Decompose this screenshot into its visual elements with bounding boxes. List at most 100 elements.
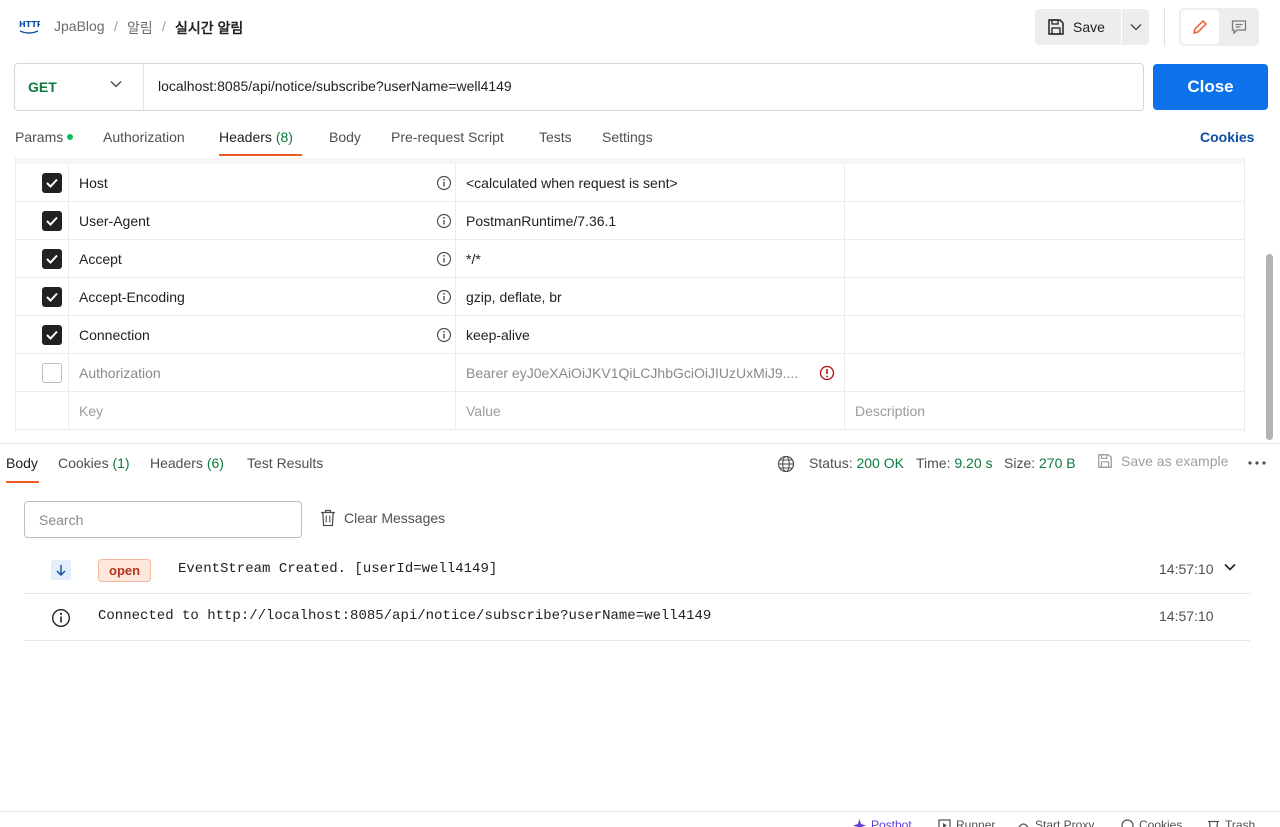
header-enabled-checkbox[interactable]	[42, 324, 62, 345]
info-icon[interactable]	[436, 289, 452, 305]
header-enabled-checkbox[interactable]	[42, 248, 62, 269]
request-title[interactable]: 실시간 알림	[175, 18, 243, 38]
table-row: Connection keep-alive	[16, 316, 1244, 354]
info-icon[interactable]	[436, 251, 452, 267]
tab-params[interactable]: Params	[15, 129, 74, 145]
breadcrumb-collection[interactable]: JpaBlog	[54, 18, 105, 34]
header-value-cell[interactable]: <calculated when request is sent>	[456, 164, 845, 201]
header-description-cell[interactable]	[845, 164, 1244, 201]
info-icon[interactable]	[436, 175, 452, 191]
value-placeholder: Value	[466, 402, 501, 419]
new-key-input[interactable]: Key	[69, 392, 456, 429]
header-value: PostmanRuntime/7.36.1	[466, 212, 617, 229]
chevron-down-icon[interactable]	[1224, 563, 1236, 571]
table-row-new: Key Value Description	[16, 392, 1244, 430]
tab-response-body[interactable]: Body	[6, 455, 38, 471]
check-icon	[46, 292, 58, 302]
check-icon	[46, 330, 58, 340]
runner-button[interactable]: Runner	[938, 818, 995, 827]
status-indicator[interactable]: Status: 200 OK	[809, 455, 904, 475]
comments-button[interactable]	[1221, 10, 1257, 44]
header-key-cell[interactable]: Accept-Encoding	[69, 278, 456, 315]
cookies-link[interactable]: Cookies	[1200, 129, 1254, 145]
url-input[interactable]: localhost:8085/api/notice/subscribe?user…	[158, 78, 512, 94]
start-proxy-button[interactable]: Start Proxy	[1017, 818, 1094, 827]
header-enabled-checkbox[interactable]	[42, 286, 62, 307]
message-row[interactable]: open EventStream Created. [userId=well41…	[24, 547, 1250, 594]
key-placeholder: Key	[79, 402, 104, 419]
save-options-dropdown[interactable]	[1122, 9, 1149, 45]
tab-headers[interactable]: Headers (8)	[219, 129, 293, 145]
status-bar: Postbot Runner Start Proxy Cookies Trash	[0, 811, 1280, 827]
header-description-cell[interactable]	[845, 354, 1244, 391]
breadcrumb-folder[interactable]: 알림	[127, 18, 153, 38]
save-icon	[1098, 454, 1112, 468]
header-description-cell[interactable]	[845, 202, 1244, 239]
more-options-icon[interactable]	[1248, 461, 1266, 465]
search-input[interactable]	[24, 501, 302, 538]
header-key-cell[interactable]: Accept	[69, 240, 456, 277]
tab-test-results[interactable]: Test Results	[247, 455, 323, 471]
tab-tests[interactable]: Tests	[539, 129, 572, 145]
save-button[interactable]: Save	[1035, 9, 1121, 45]
new-value-input[interactable]: Value	[456, 392, 845, 429]
check-icon	[46, 216, 58, 226]
header-description-cell[interactable]	[845, 278, 1244, 315]
header-key-cell[interactable]: Authorization	[69, 354, 456, 391]
tab-response-headers[interactable]: Headers (6)	[150, 455, 224, 471]
header-key: Authorization	[79, 364, 161, 381]
trash-button[interactable]: Trash	[1207, 818, 1255, 827]
new-description-input[interactable]: Description	[845, 392, 1244, 429]
chevron-down-icon	[1129, 23, 1142, 31]
pencil-icon	[1192, 19, 1208, 35]
header-enabled-checkbox[interactable]	[42, 362, 62, 383]
cookie-icon	[1121, 818, 1134, 827]
close-connection-button[interactable]: Close	[1153, 64, 1268, 110]
breadcrumb-separator: /	[114, 18, 118, 34]
clear-messages-button[interactable]: Clear Messages	[320, 509, 445, 527]
cookies-button[interactable]: Cookies	[1121, 818, 1182, 827]
header-key-cell[interactable]: User-Agent	[69, 202, 456, 239]
globe-icon[interactable]	[777, 455, 795, 473]
table-row: Accept-Encoding gzip, deflate, br	[16, 278, 1244, 316]
header-value-cell[interactable]: PostmanRuntime/7.36.1	[456, 202, 845, 239]
tab-pre-request-script[interactable]: Pre-request Script	[391, 129, 504, 145]
message-timestamp: 14:57:10	[1159, 561, 1214, 577]
message-row[interactable]: Connected to http://localhost:8085/api/n…	[24, 594, 1250, 641]
tab-count: (6)	[206, 455, 224, 471]
header-value-cell[interactable]: Bearer eyJ0eXAiOiJKV1QiLCJhbGciOiJIUzUxM…	[456, 354, 845, 391]
header-enabled-checkbox[interactable]	[42, 172, 62, 193]
time-indicator[interactable]: Time: 9.20 s	[916, 455, 993, 475]
header-value-cell[interactable]: */*	[456, 240, 845, 277]
warning-icon[interactable]	[819, 365, 835, 381]
header-key-cell[interactable]: Host	[69, 164, 456, 201]
scrollbar-thumb[interactable]	[1266, 254, 1273, 440]
table-row: User-Agent PostmanRuntime/7.36.1	[16, 202, 1244, 240]
save-as-example-button[interactable]: Save as example	[1097, 453, 1228, 469]
url-bar: GET localhost:8085/api/notice/subscribe?…	[14, 63, 1144, 111]
top-bar: HTTP JpaBlog / 알림 / 실시간 알림 Save	[0, 0, 1280, 56]
header-description-cell[interactable]	[845, 240, 1244, 277]
tab-authorization[interactable]: Authorization	[103, 129, 185, 145]
row-checkbox-cell	[16, 392, 69, 429]
header-description-cell[interactable]	[845, 316, 1244, 353]
header-value-cell[interactable]: keep-alive	[456, 316, 845, 353]
tab-response-cookies[interactable]: Cookies (1)	[58, 455, 130, 471]
header-value: <calculated when request is sent>	[466, 174, 678, 191]
tab-settings[interactable]: Settings	[602, 129, 653, 145]
edit-mode-button[interactable]	[1181, 10, 1219, 44]
header-enabled-checkbox[interactable]	[42, 210, 62, 231]
sparkle-icon	[853, 818, 866, 827]
info-icon[interactable]	[436, 213, 452, 229]
row-checkbox-cell	[16, 164, 69, 201]
row-checkbox-cell	[16, 240, 69, 277]
method-selector[interactable]: GET	[15, 64, 143, 110]
time-value: 9.20 s	[954, 455, 993, 471]
header-key: Connection	[79, 326, 150, 343]
header-key-cell[interactable]: Connection	[69, 316, 456, 353]
size-indicator[interactable]: Size: 270 B	[1004, 455, 1076, 475]
info-icon[interactable]	[436, 327, 452, 343]
tab-body[interactable]: Body	[329, 129, 361, 145]
header-value-cell[interactable]: gzip, deflate, br	[456, 278, 845, 315]
postbot-button[interactable]: Postbot	[853, 818, 912, 827]
